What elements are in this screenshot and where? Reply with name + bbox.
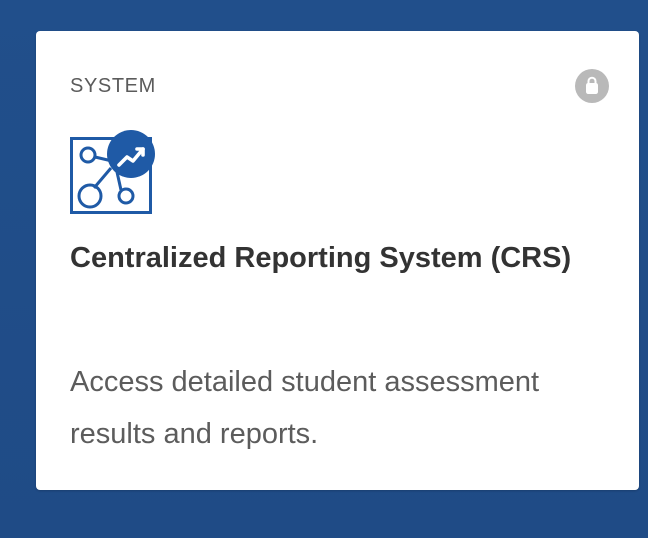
card-description: Access detailed student assessment resul… bbox=[70, 366, 540, 450]
card-category: SYSTEM bbox=[70, 75, 156, 97]
lock-icon bbox=[575, 69, 609, 103]
network-report-icon bbox=[70, 130, 160, 216]
card-title: Centralized Reporting System (CRS) bbox=[70, 242, 572, 274]
app-background: SYSTEM Centralized Reporting System (CRS… bbox=[0, 0, 648, 538]
trending-up-icon bbox=[107, 130, 155, 178]
system-card[interactable]: SYSTEM Centralized Reporting System (CRS… bbox=[36, 31, 639, 490]
